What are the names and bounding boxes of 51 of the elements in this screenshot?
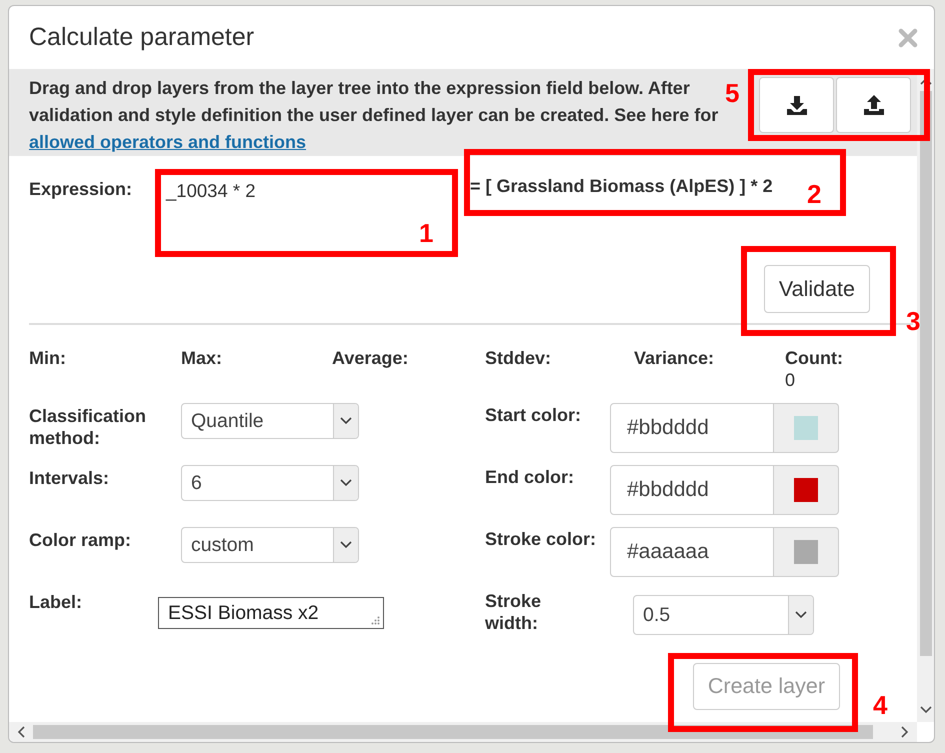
dropdown[interactable]: 0.5 — [633, 595, 814, 635]
validate-button[interactable]: Validate — [764, 265, 870, 313]
callout-number: 1 — [419, 218, 434, 248]
stat-label: Count: — [785, 347, 844, 369]
color-picker-button[interactable] — [774, 465, 839, 515]
scroll-up-icon[interactable] — [920, 77, 932, 85]
color-field[interactable]: #bbdddd — [610, 465, 774, 515]
color-picker-button[interactable] — [774, 527, 839, 577]
dropdown[interactable]: 6 — [181, 465, 359, 501]
field-label: Color ramp: — [29, 529, 132, 551]
scroll-down-icon[interactable] — [920, 706, 932, 714]
dropdown[interactable]: Quantile — [181, 403, 359, 439]
upload-icon — [862, 94, 884, 116]
callout-number: 2 — [807, 179, 822, 209]
field-label: Intervals: — [29, 467, 110, 489]
stat-label: Min: — [29, 347, 67, 369]
scroll-left-icon[interactable] — [17, 726, 25, 738]
dropdown[interactable]: custom — [181, 527, 359, 563]
stat-label: Variance: — [634, 347, 716, 369]
download-button[interactable] — [759, 77, 834, 133]
caret-icon — [340, 479, 352, 487]
callout-number: 3 — [906, 306, 920, 336]
stat-label: Average: — [332, 347, 410, 369]
operators-link[interactable]: allowed operators and functions — [29, 132, 306, 152]
upload-button[interactable] — [836, 77, 911, 133]
stat-label: Stddev: — [485, 347, 552, 369]
callout-number: 5 — [725, 78, 740, 108]
color-field[interactable]: #bbdddd — [610, 403, 774, 453]
stat-label: Max: — [181, 347, 224, 369]
info-text: Drag and drop layers from the layer tree into the expression field below. After validation and style definition the user defined layer can be created. See here for allowed operators and functions — [29, 77, 720, 154]
color-field[interactable]: #aaaaaa — [610, 527, 774, 577]
field-label: End color: — [485, 466, 575, 488]
callout-number: 4 — [873, 690, 888, 720]
expression-label: Expression: — [29, 178, 134, 200]
resize-grip-icon — [371, 616, 380, 625]
scroll-right-icon[interactable] — [901, 726, 909, 738]
horizontal-scrollbar[interactable] — [9, 722, 917, 742]
download-icon — [786, 94, 808, 116]
stat-value: 0 — [785, 369, 796, 391]
caret-icon — [340, 417, 352, 425]
caret-icon — [340, 541, 352, 549]
field-label: Start color: — [485, 404, 582, 426]
parsed-expression: = [ Grassland Biomass (AlpES) ] * 2 — [470, 176, 773, 197]
field-label: Classification method: — [29, 405, 148, 449]
color-picker-button[interactable] — [774, 403, 839, 453]
window-title: Calculate parameter — [29, 23, 254, 52]
field-label: Stroke width: — [485, 590, 542, 634]
field-label: Stroke color: — [485, 528, 597, 550]
expression-field[interactable]: _10034 * 2 — [162, 174, 412, 250]
caret-icon — [795, 611, 807, 619]
label-field[interactable]: ESSI Biomass x2 — [158, 597, 384, 629]
